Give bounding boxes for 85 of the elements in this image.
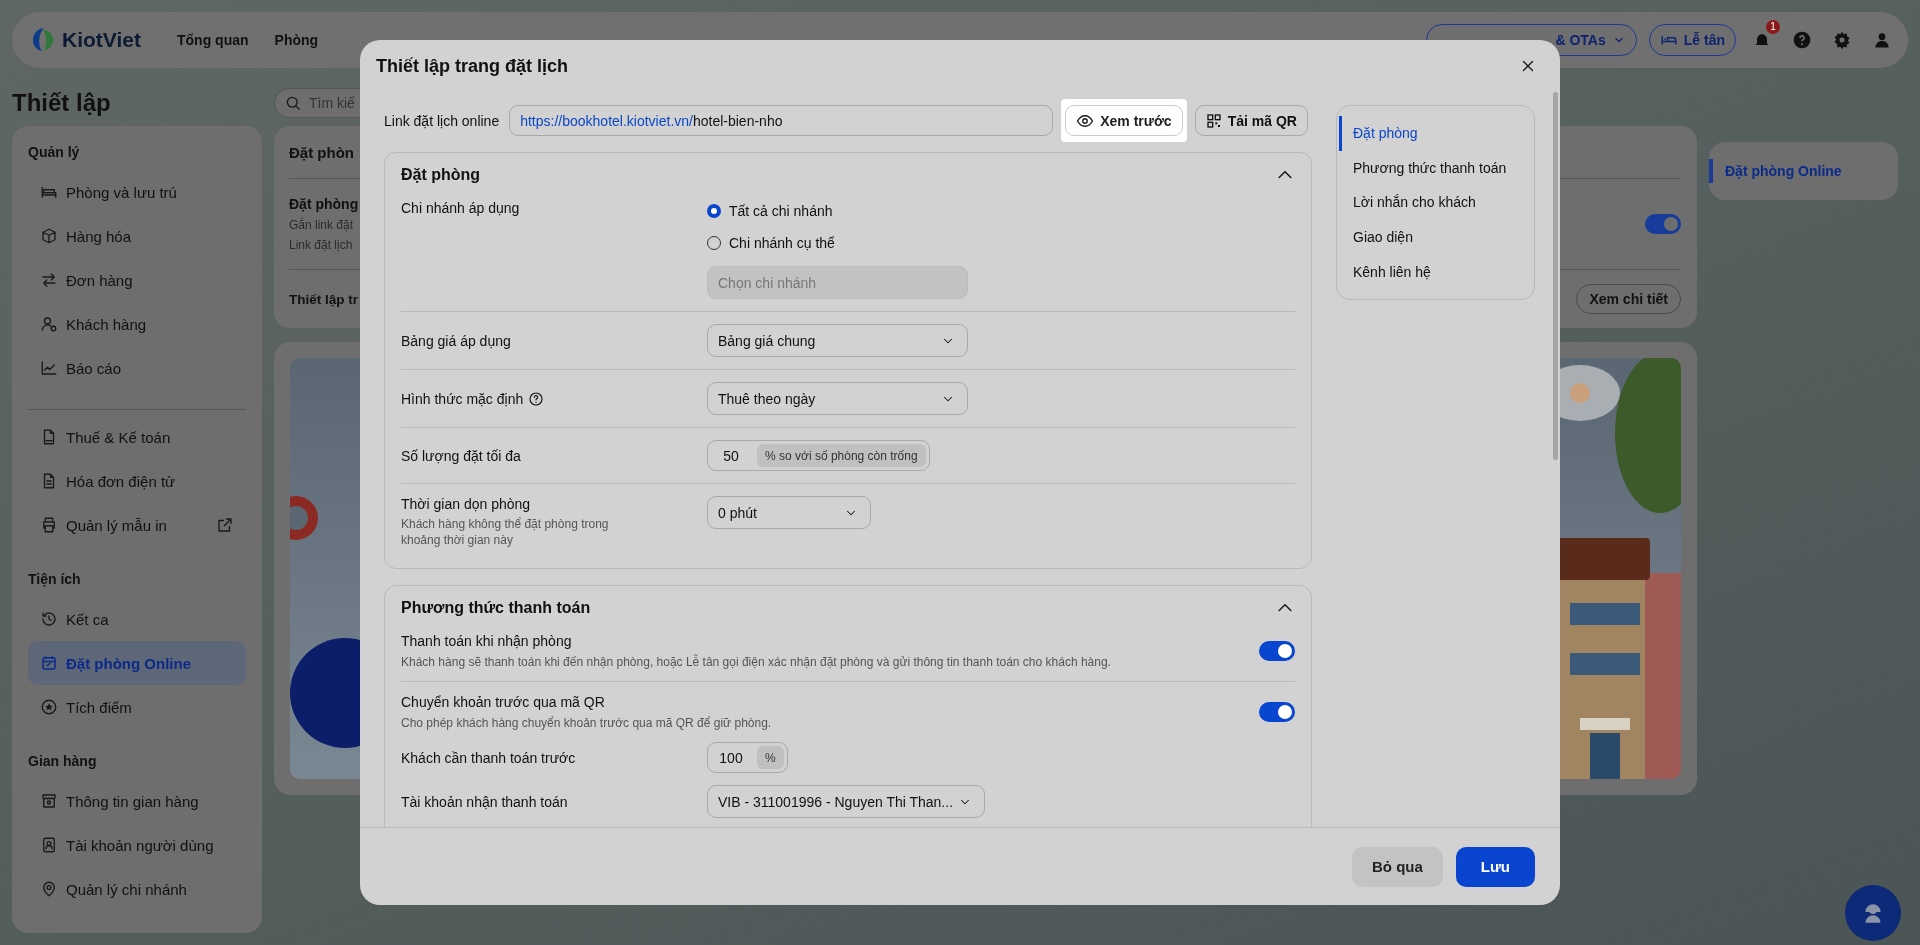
sidebar-item[interactable]: Tích điểm [28, 685, 246, 729]
field-label: Chi nhánh áp dụng [401, 200, 521, 216]
help-icon [1792, 30, 1812, 50]
sidebar-item[interactable]: Kết ca [28, 597, 246, 641]
link-field[interactable]: https://bookhotel.kiotviet.vn/hotel-bien-nho [509, 105, 1054, 136]
section-nav-link[interactable]: Kênh liên hệ [1339, 254, 1534, 289]
setting-description: Gắn link đặt [289, 218, 354, 232]
field-description: Khách hàng sẽ thanh toán khi đến nhận phòng, hoặc Lễ tân gọi điện xác nhận đặt phòng và gửi thông tin thanh toán cho khách hàng. [401, 655, 1111, 669]
unit-label: % so với số phòng còn trống [757, 444, 926, 467]
calendar-icon [40, 654, 58, 672]
section-title: Phương thức thanh toán [401, 598, 591, 617]
toggle-switch[interactable] [1259, 641, 1295, 661]
number-field[interactable]: 100 % [707, 742, 788, 773]
sidebar-item[interactable]: Hóa đơn điện tử [28, 459, 246, 503]
setting-description: Link đặt lịch [289, 238, 353, 252]
sidebar-item[interactable]: Khách hàng [28, 302, 246, 346]
nav-menu-item[interactable]: Phòng [274, 32, 319, 48]
view-details-button[interactable]: Xem chi tiết [1576, 284, 1681, 314]
setting-title: Đặt phòng [289, 196, 359, 212]
logo-icon [30, 26, 56, 54]
sidebar-group-title: Quản lý [28, 143, 81, 161]
page-title: Thiết lập [12, 89, 112, 117]
download-qr-button[interactable]: Tải mã QR [1194, 105, 1308, 136]
menu-item[interactable]: Đặt phòng Online [1709, 159, 1898, 183]
save-button[interactable]: Lưu [1455, 846, 1535, 887]
field-label: Khách cần thanh toán trước [401, 749, 577, 766]
dialog-title: Thiết lập trang đặt lịch [376, 55, 568, 77]
sidebar-group-title: Gian hàng [28, 752, 98, 770]
sidebar-item[interactable]: Đặt phòng Online [28, 641, 246, 685]
field-label: Số lượng đặt tối đa [401, 447, 522, 464]
sidebar-item[interactable]: Tài khoản người dùng [28, 823, 246, 867]
external-link-icon [216, 516, 234, 534]
id-card-icon [40, 836, 58, 854]
number-field[interactable]: 50 % so với số phòng còn trống [707, 440, 930, 471]
location-pin-icon [40, 880, 58, 898]
section-nav-link[interactable]: Giao diện [1339, 219, 1534, 255]
sidebar-item[interactable]: Quản lý chi nhánh [28, 867, 246, 911]
toggle-switch[interactable] [1259, 702, 1295, 722]
qr-code-icon [1205, 112, 1222, 129]
sidebar-group-title: Tiện ích [28, 570, 82, 588]
sidebar-item[interactable]: Phòng và lưu trú [28, 170, 246, 214]
store-icon [40, 792, 58, 810]
field-description: Cho phép khách hàng chuyển khoản trước qua mã QR để giữ phòng. [401, 716, 772, 730]
field-label: Link đặt lịch online [384, 112, 500, 129]
dropdown[interactable]: Bảng giá chung [707, 324, 968, 357]
search-icon [284, 94, 302, 112]
radio-option[interactable]: Tất cả chi nhánh [707, 200, 968, 222]
field-label: Chuyển khoản trước qua mã QR [401, 694, 606, 710]
logo-text: KiotViet [62, 28, 141, 52]
sidebar-item[interactable]: Thuế & Kế toán [28, 415, 246, 459]
field-hint: Khách hàng không thể đặt phòng trong khoảng thời gian này [401, 516, 610, 548]
arrows-icon [40, 271, 58, 289]
user-icon [40, 315, 58, 333]
scrollbar[interactable] [1553, 92, 1558, 460]
dropdown[interactable]: 0 phút [707, 496, 871, 529]
history-icon [40, 610, 58, 628]
dropdown[interactable]: Thuê theo ngày [707, 382, 968, 415]
chart-icon [40, 359, 58, 377]
field-label: Tài khoản nhận thanh toán [401, 793, 569, 810]
support-chat-button[interactable] [1845, 885, 1901, 941]
setting-title: Thiết lập tr [289, 291, 358, 307]
user-icon [1872, 30, 1892, 50]
sidebar-item[interactable]: Đơn hàng [28, 258, 246, 302]
box-icon [40, 227, 58, 245]
cancel-button[interactable]: Bỏ qua [1351, 846, 1443, 887]
field-label: Bảng giá áp dụng [401, 332, 512, 349]
nav-menu-item[interactable]: Tổng quan [177, 32, 249, 48]
section-nav-link[interactable]: Lời nhắn cho khách [1339, 185, 1534, 220]
notification-badge: 1 [1766, 20, 1780, 34]
unit-label: % [757, 746, 784, 769]
reception-button[interactable]: Lễ tân [1648, 24, 1736, 56]
gear-icon [1832, 30, 1852, 50]
section-nav-link[interactable]: Đặt phòng [1339, 116, 1534, 151]
radio-option[interactable]: Chi nhánh cụ thể [707, 232, 968, 254]
sidebar-item[interactable]: Quản lý mẫu in [28, 503, 246, 547]
preview-button[interactable]: Xem trước [1065, 105, 1183, 136]
toggle-switch[interactable] [1645, 214, 1681, 234]
sidebar-item[interactable]: Hàng hóa [28, 214, 246, 258]
field-label: Hình thức mặc định [401, 390, 707, 407]
field-label: Thời gian dọn phòng [401, 496, 532, 512]
dropdown[interactable]: VIB - 311001996 - Nguyen Thi Than... [707, 785, 985, 818]
sidebar-item[interactable]: Báo cáo [28, 346, 246, 390]
printer-icon [40, 516, 58, 534]
field-label: Thanh toán khi nhận phòng [401, 633, 573, 649]
sidebar-item[interactable]: Thông tin gian hàng [28, 779, 246, 823]
